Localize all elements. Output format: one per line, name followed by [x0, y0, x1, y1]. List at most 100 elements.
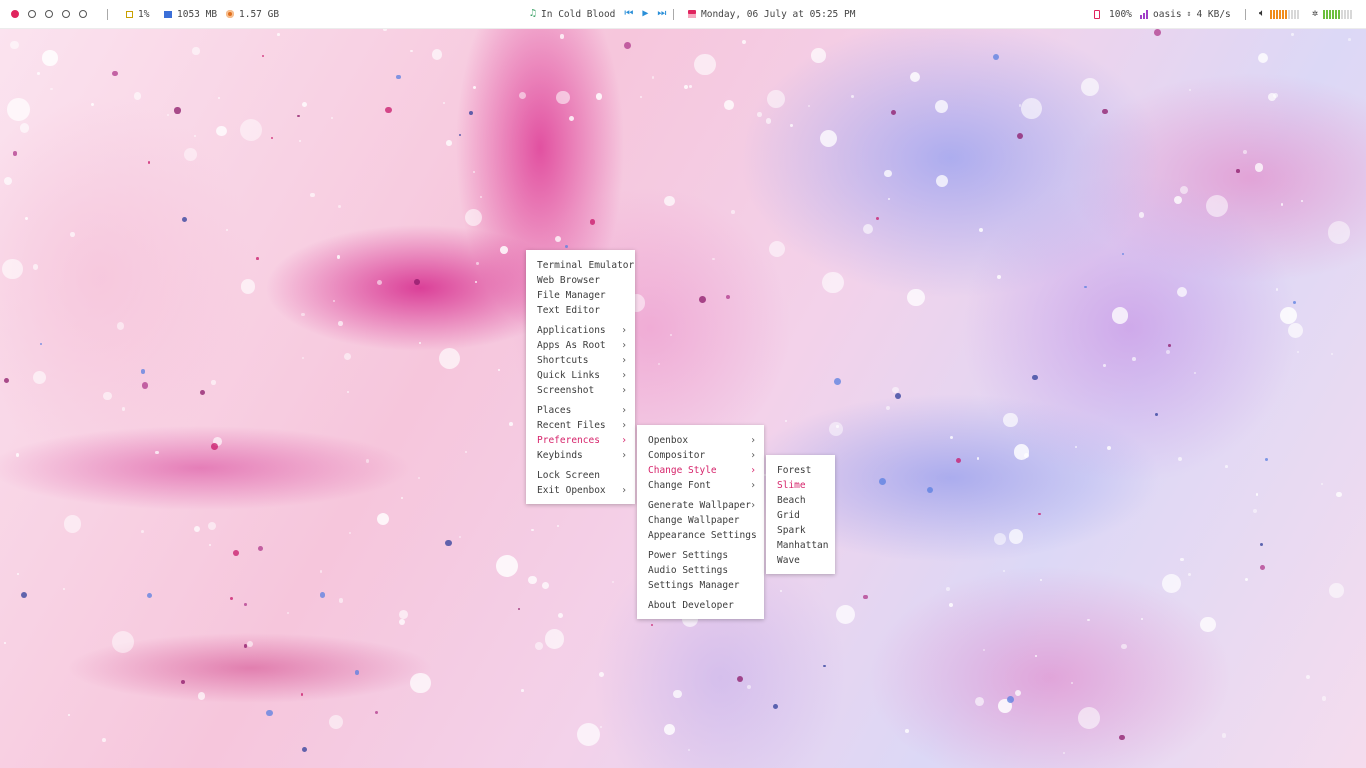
- wallpaper-bubble: [1161, 573, 1182, 594]
- wallpaper-bubble: [431, 49, 443, 60]
- menu-item-about-developer[interactable]: About Developer: [637, 598, 764, 613]
- menu-item-text-editor[interactable]: Text Editor: [526, 303, 635, 318]
- menu-item-grid[interactable]: Grid: [766, 508, 835, 523]
- wallpaper-bubble: [299, 139, 302, 142]
- cpu-icon: [126, 10, 133, 18]
- level-segment: [1332, 10, 1335, 19]
- menu-item-quick-links[interactable]: Quick Links ›: [526, 368, 635, 383]
- change-style-submenu: Forest Slime Beach Grid Spark Manhattan Wave: [766, 455, 835, 574]
- menu-item-file-manager[interactable]: File Manager: [526, 288, 635, 303]
- workspace-3-button[interactable]: [45, 10, 53, 18]
- wallpaper-bubble: [765, 118, 772, 125]
- brightness-module[interactable]: ✲: [1312, 9, 1353, 19]
- next-track-icon[interactable]: ⏭: [657, 9, 666, 19]
- wallpaper-bubble: [465, 208, 483, 227]
- wallpaper-speck: [385, 106, 393, 114]
- menu-item-lock-screen[interactable]: Lock Screen: [526, 468, 635, 483]
- wallpaper-speck: [256, 256, 260, 260]
- level-segment: [1270, 10, 1272, 19]
- openbox-root-menu: Terminal Emulator Web Browser File Manager…: [526, 250, 635, 504]
- wallpaper-speck: [1084, 285, 1087, 288]
- wallpaper-speck: [1236, 169, 1240, 174]
- menu-item-applications[interactable]: Applications ›: [526, 323, 635, 338]
- volume-module[interactable]: 🔈︎: [1259, 9, 1299, 19]
- menu-item-label: Grid: [777, 510, 800, 521]
- wallpaper-bubble: [948, 602, 954, 608]
- wallpaper-bubble: [211, 380, 216, 385]
- menu-item-settings-manager[interactable]: Settings Manager: [637, 578, 764, 593]
- wallpaper-bubble: [1106, 445, 1112, 450]
- wallpaper-speck: [297, 114, 300, 118]
- level-segment: [1288, 10, 1290, 19]
- track-title[interactable]: In Cold Blood: [541, 9, 615, 20]
- menu-item-keybinds[interactable]: Keybinds ›: [526, 448, 635, 463]
- wallpaper-bubble: [531, 528, 534, 531]
- wallpaper-bubble: [1320, 482, 1323, 485]
- menu-item-places[interactable]: Places ›: [526, 403, 635, 418]
- desktop-wallpaper[interactable]: [0, 28, 1366, 768]
- menu-item-power-settings[interactable]: Power Settings: [637, 548, 764, 563]
- wallpaper-bubble: [1330, 353, 1333, 356]
- menu-item-label: File Manager: [537, 290, 606, 301]
- workspace-5-button[interactable]: [79, 10, 87, 18]
- menu-item-change-wallpaper[interactable]: Change Wallpaper: [637, 513, 764, 528]
- wallpaper-speck: [1153, 29, 1161, 37]
- calendar-icon: [688, 10, 696, 18]
- submenu-arrow-icon: ›: [750, 435, 756, 446]
- clock-module[interactable]: Monday, 06 July at 05:25 PM: [688, 9, 855, 20]
- menu-item-recent-files[interactable]: Recent Files ›: [526, 418, 635, 433]
- wallpaper-speck: [266, 709, 273, 717]
- submenu-arrow-icon: ›: [621, 405, 627, 416]
- workspace-1-button[interactable]: [11, 10, 19, 18]
- menu-item-compositor[interactable]: Compositor ›: [637, 448, 764, 463]
- menu-item-preferences[interactable]: Preferences ›: [526, 433, 635, 448]
- wallpaper-speck: [772, 703, 778, 709]
- menu-item-beach[interactable]: Beach: [766, 493, 835, 508]
- menu-item-label: Apps As Root: [537, 340, 606, 351]
- wallpaper-bubble: [301, 312, 305, 317]
- menu-item-change-style[interactable]: Change Style ›: [637, 463, 764, 478]
- menu-item-change-font[interactable]: Change Font ›: [637, 478, 764, 493]
- level-segment: [1279, 10, 1281, 19]
- menu-item-manhattan[interactable]: Manhattan: [766, 538, 835, 553]
- menu-item-audio-settings[interactable]: Audio Settings: [637, 563, 764, 578]
- wallpaper-bubble: [337, 255, 341, 259]
- brightness-level-bar[interactable]: [1323, 9, 1353, 19]
- workspace-4-button[interactable]: [62, 10, 70, 18]
- menu-item-label: Change Wallpaper: [648, 515, 740, 526]
- wallpaper-speck: [414, 279, 420, 285]
- menu-item-slime[interactable]: Slime: [766, 478, 835, 493]
- level-segment: [1326, 10, 1329, 19]
- wallpaper-bubble: [194, 135, 197, 138]
- play-icon[interactable]: ▶: [642, 9, 648, 19]
- menu-item-generate-wallpaper[interactable]: Generate Wallpaper ›: [637, 498, 764, 513]
- wallpaper-bubble: [419, 341, 422, 345]
- wallpaper-bubble: [544, 629, 565, 649]
- menu-item-terminal-emulator[interactable]: Terminal Emulator: [526, 258, 635, 273]
- wallpaper-bubble: [811, 48, 826, 63]
- wallpaper-speck: [375, 710, 379, 714]
- menu-item-screenshot[interactable]: Screenshot ›: [526, 383, 635, 398]
- volume-level-bar[interactable]: [1270, 9, 1299, 19]
- menu-item-spark[interactable]: Spark: [766, 523, 835, 538]
- level-segment: [1294, 10, 1296, 19]
- menu-item-shortcuts[interactable]: Shortcuts ›: [526, 353, 635, 368]
- menu-item-forest[interactable]: Forest: [766, 463, 835, 478]
- previous-track-icon[interactable]: ⏮: [624, 9, 633, 19]
- wallpaper-bubble: [399, 609, 409, 619]
- wallpaper-bubble: [332, 299, 335, 302]
- workspace-2-button[interactable]: [28, 10, 36, 18]
- menu-item-web-browser[interactable]: Web Browser: [526, 273, 635, 288]
- wallpaper-bubble: [1020, 97, 1042, 119]
- wallpaper-bubble: [1275, 288, 1278, 291]
- menu-item-wave[interactable]: Wave: [766, 553, 835, 568]
- menu-item-exit-openbox[interactable]: Exit Openbox ›: [526, 483, 635, 498]
- wallpaper-bubble: [1014, 689, 1022, 696]
- menu-item-openbox[interactable]: Openbox ›: [637, 433, 764, 448]
- menu-item-appearance-settings[interactable]: Appearance Settings: [637, 528, 764, 543]
- menu-item-apps-as-root[interactable]: Apps As Root ›: [526, 338, 635, 353]
- wallpaper-bubble: [338, 205, 342, 209]
- wallpaper-speck: [244, 603, 247, 606]
- volume-icon: 🔈︎: [1259, 8, 1265, 19]
- wallpaper-bubble: [438, 347, 460, 370]
